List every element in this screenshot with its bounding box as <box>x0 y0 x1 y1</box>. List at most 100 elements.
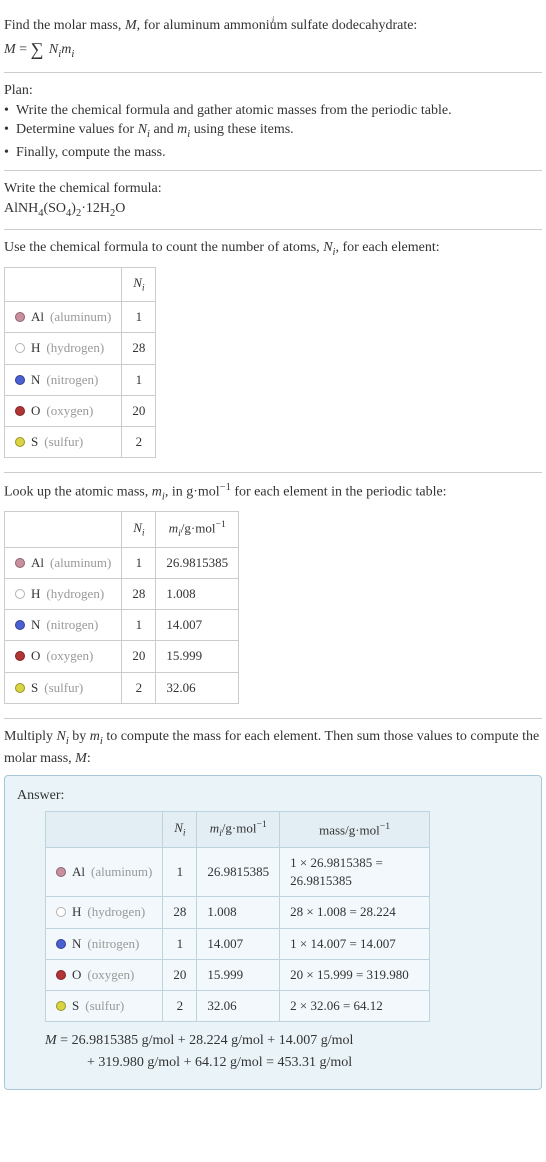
el-m: 1.008 <box>197 897 280 928</box>
el-name: (aluminum) <box>50 308 111 326</box>
mass-c: for each element in the periodic table: <box>231 485 447 500</box>
sigma-sub: i <box>272 16 275 25</box>
mass-b: , in g·mol <box>165 485 220 500</box>
el-sym: S <box>31 679 38 697</box>
element-cell: S (sulfur) <box>15 433 111 451</box>
th-Ni: Ni <box>122 512 156 548</box>
el-m: 15.999 <box>197 959 280 990</box>
th-Ni: Ni <box>163 812 197 848</box>
element-cell: O (oxygen) <box>56 966 152 984</box>
th-mi-m: m <box>210 821 219 836</box>
th-Ni-i: i <box>183 828 186 839</box>
plan-bullet-1: • Write the chemical formula and gather … <box>4 101 542 121</box>
el-m: 14.007 <box>156 610 239 641</box>
plan-bullet-3: • Finally, compute the mass. <box>4 143 542 163</box>
plan-bullet-2: • Determine values for Ni and mi using t… <box>4 120 542 142</box>
element-cell: Al (aluminum) <box>15 554 111 572</box>
element-dot-icon <box>15 683 25 693</box>
el-mass: 1 × 26.9815385 = 26.9815385 <box>280 847 430 896</box>
plan-b2-c: using these items. <box>190 122 293 137</box>
plan-section: Plan: • Write the chemical formula and g… <box>4 73 542 171</box>
element-cell: Al (aluminum) <box>15 308 111 326</box>
bullet-icon: • <box>4 143 16 163</box>
table-row: Al (aluminum) 1 <box>5 302 156 333</box>
el-N: 2 <box>122 426 156 457</box>
el-sym: Al <box>31 308 44 326</box>
table-row: N (nitrogen)1 <box>5 364 156 395</box>
el-name: (nitrogen) <box>87 935 139 953</box>
element-cell: N (nitrogen) <box>15 616 111 634</box>
th-blank <box>46 812 163 848</box>
el-name: (sulfur) <box>85 997 124 1015</box>
th-mi-sup: −1 <box>215 519 225 530</box>
el-m: 26.9815385 <box>197 847 280 896</box>
table-row: Al (aluminum) 126.98153851 × 26.9815385 =… <box>46 847 430 896</box>
element-cell: Al (aluminum) <box>56 863 152 881</box>
th-mi: mi/g·mol−1 <box>156 512 239 548</box>
el-N: 1 <box>122 610 156 641</box>
multiply-section: Multiply Ni by mi to compute the mass fo… <box>4 719 542 1098</box>
th-mass-sup: −1 <box>380 821 390 832</box>
element-dot-icon <box>15 620 25 630</box>
plan-b2-m: m <box>177 122 187 137</box>
mass-table: Ni mi/g·mol−1 Al (aluminum)126.9815385 H… <box>4 511 239 704</box>
el-m: 14.007 <box>197 928 280 959</box>
el-N: 1 <box>163 847 197 896</box>
chem-formula-section: Write the chemical formula: AlNH4(SO4)2·… <box>4 171 542 230</box>
element-dot-icon <box>15 343 25 353</box>
table-row: N (nitrogen)114.0071 × 14.007 = 14.007 <box>46 928 430 959</box>
mass-m: m <box>152 485 162 500</box>
count-section: Use the chemical formula to count the nu… <box>4 230 542 473</box>
answer-label: Answer: <box>17 786 529 806</box>
count-text: Use the chemical formula to count the nu… <box>4 238 542 260</box>
el-m: 26.9815385 <box>156 547 239 578</box>
count-b: , for each element: <box>335 240 439 255</box>
element-dot-icon <box>56 939 66 949</box>
th-blank <box>5 267 122 301</box>
th-Ni-i: i <box>142 283 145 294</box>
th-Ni: Ni <box>122 267 156 301</box>
mul-a: Multiply <box>4 729 57 744</box>
el-N: 28 <box>163 897 197 928</box>
mul-d: : <box>87 751 91 766</box>
el-N: 1 <box>122 302 156 333</box>
molar-mass-equation: M = ∑i Nimi <box>4 40 542 62</box>
mass-a: Look up the atomic mass, <box>4 485 152 500</box>
cf-so: (SO <box>43 201 66 216</box>
element-dot-icon <box>15 375 25 385</box>
mul-N: N <box>57 729 66 744</box>
el-sym: O <box>72 966 81 984</box>
multiply-text: Multiply Ni by mi to compute the mass fo… <box>4 727 542 769</box>
th-mi-unit: /g·mol <box>222 821 257 836</box>
count-N: N <box>323 240 332 255</box>
table-header-row: Ni mi/g·mol−1 mass/g·mol−1 <box>46 812 430 848</box>
element-cell: H (hydrogen) <box>15 339 111 357</box>
el-name: (aluminum) <box>50 554 111 572</box>
el-name: (oxygen) <box>46 647 93 665</box>
el-name: (oxygen) <box>87 966 134 984</box>
el-N: 20 <box>122 641 156 672</box>
cf-h2o: ·12H <box>81 201 110 216</box>
element-dot-icon <box>56 907 66 917</box>
element-cell: H (hydrogen) <box>56 903 152 921</box>
element-dot-icon <box>15 406 25 416</box>
el-name: (hydrogen) <box>46 339 104 357</box>
table-row: O (oxygen)2015.99920 × 15.999 = 319.980 <box>46 959 430 990</box>
cf-4b: 4 <box>66 208 71 219</box>
el-sym: Al <box>31 554 44 572</box>
table-row: S (sulfur)232.06 <box>5 672 239 703</box>
table-row: S (sulfur)232.062 × 32.06 = 64.12 <box>46 990 430 1021</box>
el-N: 1 <box>122 364 156 395</box>
el-mass: 20 × 15.999 = 319.980 <box>280 959 430 990</box>
intro-text-b: , for aluminum ammonium sulfate dodecahy… <box>137 18 418 33</box>
el-name: (sulfur) <box>44 433 83 451</box>
el-m: 15.999 <box>156 641 239 672</box>
el-m: 32.06 <box>156 672 239 703</box>
eq-mi: i <box>71 48 74 59</box>
intro-text-a: Find the molar mass, <box>4 18 125 33</box>
mass-section: Look up the atomic mass, mi, in g·mol−1 … <box>4 473 542 719</box>
el-N: 1 <box>122 547 156 578</box>
table-row: Al (aluminum) 126.9815385 <box>5 547 239 578</box>
th-Ni-N: N <box>174 820 183 835</box>
element-dot-icon <box>15 651 25 661</box>
